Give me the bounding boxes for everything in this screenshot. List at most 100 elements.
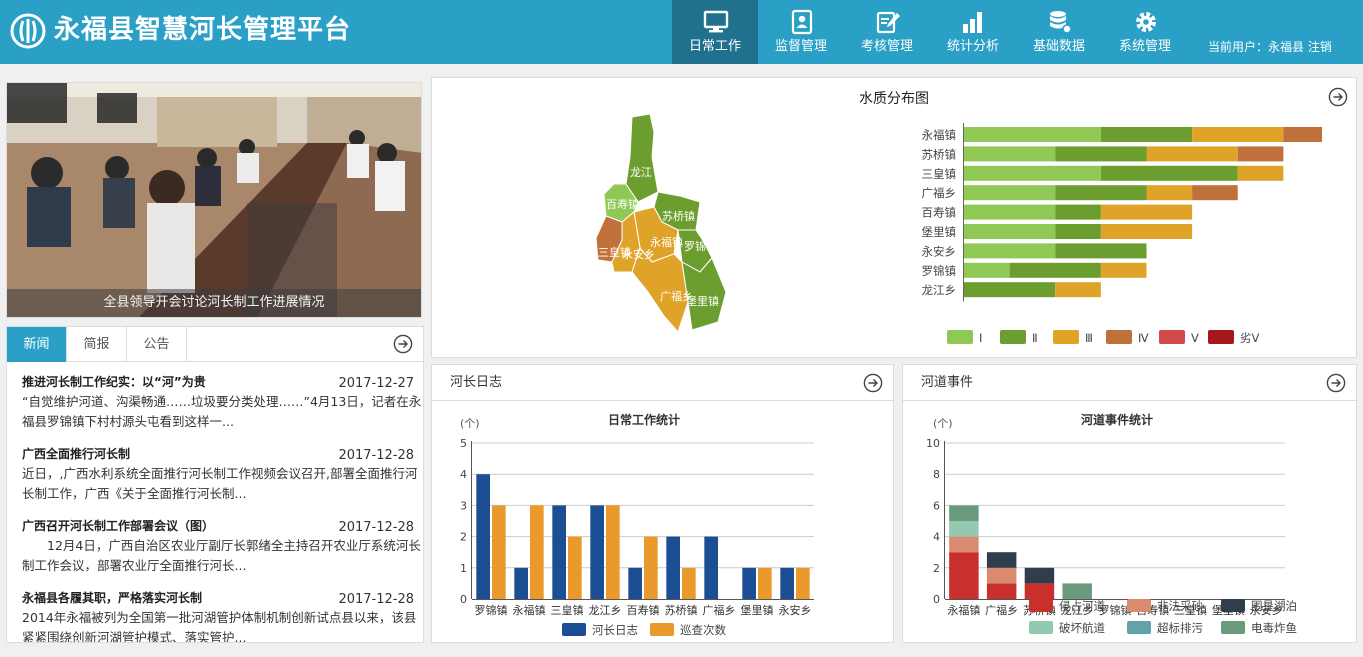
tab-briefing[interactable]: 简报	[67, 327, 127, 362]
bar	[780, 567, 794, 599]
app-logo-icon	[10, 13, 46, 49]
bar	[644, 536, 658, 599]
list-item[interactable]: 广西召开河长制工作部署会议（图） 2017-12-28 12月4日，广西自治区农业…	[22, 517, 422, 589]
bar-segment	[964, 224, 1056, 239]
river-events-chart: 河道事件统计(个)0246810永福镇广福乡苏桥镇龙江乡罗锦镇百寿镇三皇镇堡里镇…	[926, 412, 1297, 635]
bar-segment	[1055, 146, 1147, 162]
bar	[492, 505, 506, 599]
nav-label: 监督管理	[774, 39, 827, 54]
news-title[interactable]: 广西召开河长制工作部署会议（图） 2017-12-28	[22, 517, 422, 535]
nav-daily-work[interactable]: 日常工作	[672, 0, 758, 64]
legend-label: 围垦湖泊	[1251, 599, 1297, 613]
legend-label: 破坏航道	[1059, 621, 1105, 635]
category-label: 三皇镇	[922, 167, 957, 181]
map-label: 永福镇	[650, 235, 683, 249]
news-title[interactable]: 广西全面推行河长制 2017-12-28	[22, 445, 422, 463]
map-label: 罗锦镇	[684, 239, 717, 253]
arrow-right-circle-icon	[1328, 87, 1348, 107]
bar-segment	[1055, 204, 1101, 220]
bar	[590, 505, 604, 599]
x-tick-label: 三皇镇	[551, 603, 584, 617]
news-date: 2017-12-28	[338, 520, 414, 535]
category-label: 广福乡	[922, 186, 957, 200]
app-title: 永福县智慧河长管理平台	[54, 15, 352, 45]
panel-header: 河道事件	[903, 365, 1356, 401]
legend-swatch	[1029, 599, 1053, 612]
bar-chart-icon	[963, 12, 982, 33]
legend-label: Ⅲ	[1085, 331, 1093, 345]
nav-supervision[interactable]: 监督管理	[758, 0, 844, 64]
news-list: 推进河长制工作纪实：以“河”为贵 2017-12-27 “自觉维护河道、沟渠畅通……	[22, 373, 422, 642]
featured-photo[interactable]: 全县领导开会讨论河长制工作进展情况	[6, 82, 422, 318]
legend-label: 河长日志	[592, 623, 638, 637]
bar-segment	[1100, 127, 1193, 142]
y-axis-label: (个)	[460, 417, 480, 430]
legend-label: 超标排污	[1157, 621, 1203, 635]
nav-base-data[interactable]: 基础数据	[1016, 0, 1102, 64]
chart-title: 日常工作统计	[608, 412, 680, 427]
tab-notice[interactable]: 公告	[127, 327, 187, 362]
map-region[interactable]	[625, 113, 659, 203]
news-title[interactable]: 推进河长制工作纪实：以“河”为贵 2017-12-27	[22, 373, 422, 391]
logout-link[interactable]: 注销	[1308, 40, 1332, 54]
legend-label: 劣Ⅴ	[1240, 331, 1259, 345]
bar-segment	[964, 204, 1056, 220]
y-tick-label: 0	[933, 593, 940, 606]
bar-segment	[1055, 185, 1147, 201]
legend-label: Ⅱ	[1032, 331, 1038, 345]
bar-segment	[1100, 224, 1193, 239]
category-label: 永福镇	[922, 128, 957, 142]
x-tick-label: 罗锦镇	[475, 603, 508, 617]
list-item[interactable]: 永福县各履其职，严格落实河长制 2017-12-28 2014年永福被列为全国第一…	[22, 589, 422, 642]
nav-assessment[interactable]: 考核管理	[844, 0, 930, 64]
list-item[interactable]: 推进河长制工作纪实：以“河”为贵 2017-12-27 “自觉维护河道、沟渠畅通……	[22, 373, 422, 445]
current-user: 当前用户：永福县 注销	[1208, 39, 1332, 55]
x-tick-label: 百寿镇	[627, 603, 660, 617]
bar	[628, 567, 642, 599]
id-card-icon	[791, 9, 813, 35]
bar-segment	[949, 521, 979, 537]
nav-label: 统计分析	[946, 39, 999, 54]
bar-segment	[1100, 165, 1238, 181]
y-tick-label: 5	[460, 437, 467, 450]
chart-title: 河道事件统计	[1080, 412, 1153, 427]
bar	[552, 505, 566, 599]
bar	[606, 505, 620, 599]
bar	[476, 474, 490, 599]
list-item[interactable]: 广西全面推行河长制 2017-12-28 近日，,广西水利系统全面推行河长制工作视…	[22, 445, 422, 517]
legend-swatch	[1221, 621, 1245, 634]
news-title[interactable]: 永福县各履其职，严格落实河长制 2017-12-28	[22, 589, 422, 607]
map-label: 堡里镇	[686, 294, 719, 308]
bar-segment	[986, 583, 1017, 599]
water-quality-map[interactable]: 龙江 百寿镇 苏桥镇 永福镇 罗锦镇 三皇镇 广福乡 永安乡 堡里镇	[592, 112, 752, 342]
bar	[530, 505, 544, 599]
water-quality-more-button[interactable]	[1328, 87, 1348, 107]
nav-statistics[interactable]: 统计分析	[930, 0, 1016, 64]
x-tick-label: 广福乡	[703, 603, 736, 617]
news-more-button[interactable]	[393, 334, 413, 354]
legend-swatch	[1000, 330, 1026, 344]
x-tick-label: 苏桥镇	[665, 603, 698, 617]
river-events-more-button[interactable]	[1326, 373, 1346, 393]
bar-segment	[1146, 146, 1238, 162]
arrow-right-circle-icon	[1326, 373, 1346, 393]
category-label: 永安乡	[922, 244, 957, 258]
meeting-photo	[7, 83, 421, 317]
bar-segment	[964, 262, 1010, 278]
bar-segment	[949, 552, 979, 599]
legend-swatch	[1159, 330, 1185, 344]
y-tick-label: 4	[933, 531, 940, 544]
category-label: 龙江乡	[922, 283, 957, 297]
bar	[514, 567, 528, 599]
news-date: 2017-12-28	[338, 592, 414, 607]
map-label: 苏桥镇	[662, 209, 695, 223]
river-log-more-button[interactable]	[863, 373, 883, 393]
nav-system[interactable]: 系统管理	[1102, 0, 1188, 64]
bar	[666, 536, 680, 599]
bar-segment	[1100, 204, 1193, 220]
tab-news[interactable]: 新闻	[7, 327, 67, 362]
bar-segment	[1192, 185, 1238, 201]
legend-swatch	[1208, 330, 1234, 344]
news-summary: 12月4日，广西自治区农业厅副厅长郭绪全主持召开农业厅系统河长制工作会议，部署农…	[22, 538, 421, 573]
top-navigation-bar: 永福县智慧河长管理平台 日常工作 监督管理 考核管理 统计分析 基础数据 系统管…	[0, 0, 1363, 64]
